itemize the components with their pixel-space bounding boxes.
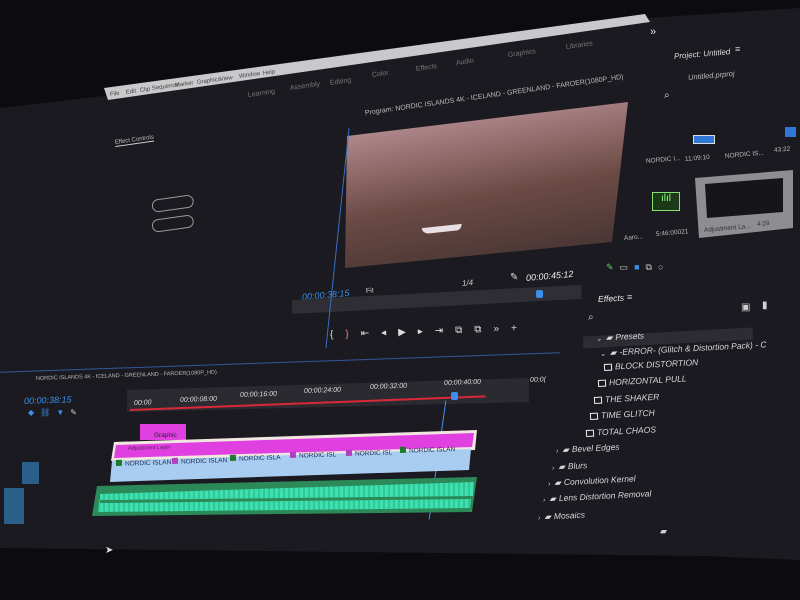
go-to-in-icon[interactable]: ⇤ [361, 328, 382, 340]
ruler-label: 00:00 [134, 399, 152, 407]
project-search-icon[interactable]: ⌕ [664, 90, 670, 101]
zoom-select[interactable]: Fit [366, 287, 374, 295]
settings-icon[interactable]: ✎ [70, 408, 83, 417]
ruler-label: 00:00:24:00 [304, 387, 341, 395]
new-custom-bin-icon[interactable]: ▰ [660, 526, 667, 537]
sequence-badge-icon [785, 127, 796, 137]
step-back-icon[interactable]: ◂ [381, 327, 398, 339]
more-controls-icon[interactable]: » [493, 323, 511, 335]
clip-color-icon [290, 452, 296, 458]
chevron-icon[interactable]: › [552, 465, 555, 472]
audio-thumbnail-icon[interactable]: ılıl [652, 192, 680, 211]
preset-icon [590, 413, 598, 420]
effects-item-label: Presets [615, 330, 644, 341]
video-clip[interactable]: NORDIC ISL [346, 448, 392, 458]
wrench-icon[interactable]: ✎ [510, 272, 518, 283]
effects-menu-icon[interactable]: ≡ [627, 292, 632, 302]
preset-icon [604, 364, 612, 371]
clip-label: Graphic [154, 432, 177, 439]
delete-icon[interactable]: ▮ [762, 300, 768, 311]
more-workspaces-icon[interactable]: » [650, 26, 656, 38]
chevron-icon[interactable]: ⌄ [600, 351, 606, 358]
video-clip[interactable]: NORDIC ISL [290, 450, 336, 460]
ruler-label: 00:0( [530, 376, 546, 384]
clip-color-icon [230, 455, 236, 461]
zoom-slider-icon[interactable]: ○ [658, 262, 669, 272]
mark-in-icon[interactable]: { [330, 329, 346, 341]
mark-out-icon[interactable]: } [345, 328, 361, 340]
track-target-v1[interactable] [22, 462, 39, 484]
clip-badge-icon [693, 135, 715, 144]
chevron-icon[interactable]: › [543, 497, 546, 504]
chevron-icon[interactable]: › [548, 481, 551, 488]
project-toolbar: ✎▭■⧉○ [606, 262, 669, 273]
clip-label: NORDIC ISL [299, 451, 336, 459]
folder-icon: ▰ [610, 347, 617, 357]
clip-label: NORDIC ISL [355, 449, 392, 457]
marker-icon[interactable]: ▼ [56, 408, 70, 417]
lift-icon[interactable]: ⧉ [455, 324, 475, 336]
effects-item-label: Bevel Edges [572, 442, 620, 454]
preset-icon [594, 397, 602, 404]
clip-color-icon [172, 458, 178, 464]
program-playhead[interactable] [536, 290, 543, 298]
icon-view-icon[interactable]: ■ [634, 262, 645, 272]
step-forward-icon[interactable]: ▸ [418, 326, 435, 338]
effects-title: Effects [598, 293, 624, 304]
folder-icon: ▰ [558, 461, 565, 471]
thumbnail-preview [705, 178, 783, 218]
project-item-duration: 4:29 [757, 220, 770, 228]
add-button-icon[interactable]: + [511, 323, 529, 335]
graphic-clip[interactable]: Graphic [140, 424, 186, 440]
pencil-icon[interactable]: ✎ [606, 262, 620, 272]
effects-item[interactable]: ›▰Blurs [552, 460, 588, 473]
chevron-icon[interactable]: ⌄ [596, 336, 602, 343]
track-target-a1[interactable] [4, 488, 24, 524]
chevron-icon[interactable]: › [538, 515, 541, 522]
project-item-duration: 43:22 [774, 146, 791, 154]
linked-icon[interactable]: ⛓ [40, 408, 56, 417]
clip-color-icon [116, 460, 122, 466]
timeline-timecode: 00:00:38:15 [24, 394, 72, 406]
ruler-label: 00:00:40:00 [444, 379, 481, 387]
snap-icon[interactable]: ◆ [28, 408, 40, 417]
freeform-view-icon[interactable]: ⧉ [646, 262, 658, 272]
mouse-cursor-icon: ➤ [105, 545, 113, 556]
effects-search-icon[interactable]: ⌕ [588, 312, 594, 323]
clip-color-icon [346, 450, 352, 456]
clip-label: NORDIC ISLA [239, 454, 281, 462]
extract-icon[interactable]: ⧉ [474, 324, 494, 336]
ruler-label: 00:00:08:00 [180, 396, 217, 404]
preset-icon [598, 380, 606, 387]
project-menu-icon[interactable]: ≡ [735, 44, 740, 54]
folder-icon: ▰ [549, 493, 556, 503]
timeline-playhead[interactable] [451, 392, 458, 400]
play-icon[interactable]: ▶ [398, 326, 418, 338]
effects-item-label: Blurs [568, 460, 588, 471]
list-view-icon[interactable]: ▭ [620, 262, 635, 272]
go-to-out-icon[interactable]: ⇥ [435, 325, 456, 337]
folder-icon: ▰ [554, 477, 561, 487]
ruler-label: 00:00:16:00 [240, 391, 277, 399]
clip-color-icon [400, 447, 406, 453]
preset-icon [586, 430, 594, 437]
folder-icon: ▰ [544, 511, 551, 521]
folder-icon: ▰ [562, 444, 569, 454]
ruler-label: 00:00:32:00 [370, 383, 407, 391]
chevron-icon[interactable]: › [556, 448, 559, 455]
effects-item-label: Mosaics [554, 510, 586, 522]
resolution-select[interactable]: 1/4 [462, 278, 474, 288]
new-bin-icon[interactable]: ▣ [741, 302, 750, 313]
timeline-tools: ◆⛓▼✎ [28, 408, 83, 417]
folder-icon: ▰ [606, 332, 613, 342]
